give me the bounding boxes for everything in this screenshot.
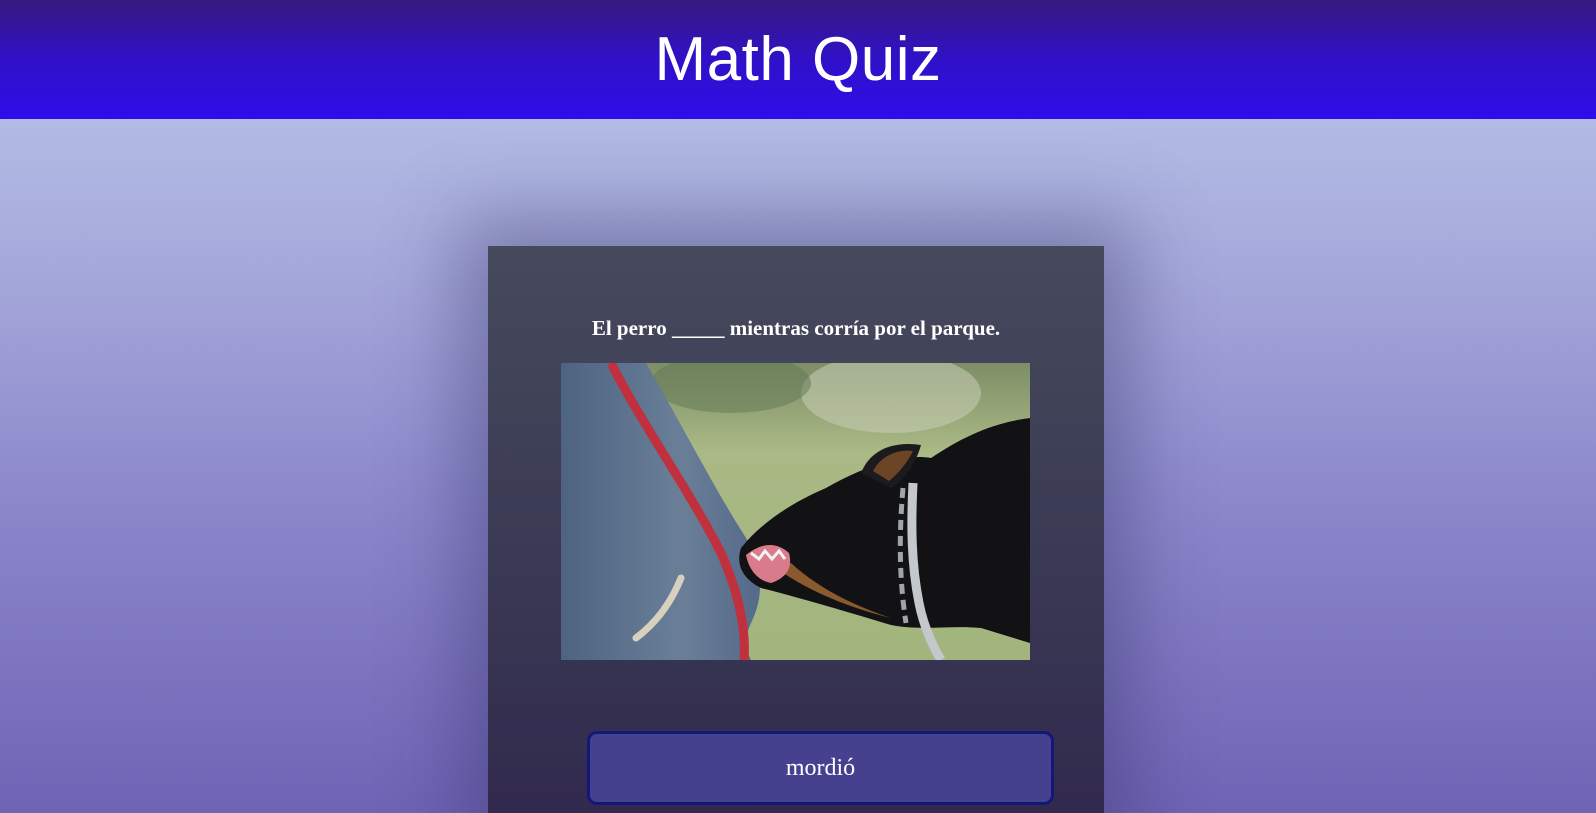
answer-option-button[interactable]: mordió [587,731,1054,805]
quiz-card: El perro _____ mientras corría por el pa… [488,246,1104,813]
page-title: Math Quiz [654,25,942,94]
dog-biting-sleeve-illustration [561,363,1030,660]
question-text: El perro _____ mientras corría por el pa… [591,316,1001,340]
app-header: Math Quiz [0,0,1596,119]
question-image [561,363,1030,660]
